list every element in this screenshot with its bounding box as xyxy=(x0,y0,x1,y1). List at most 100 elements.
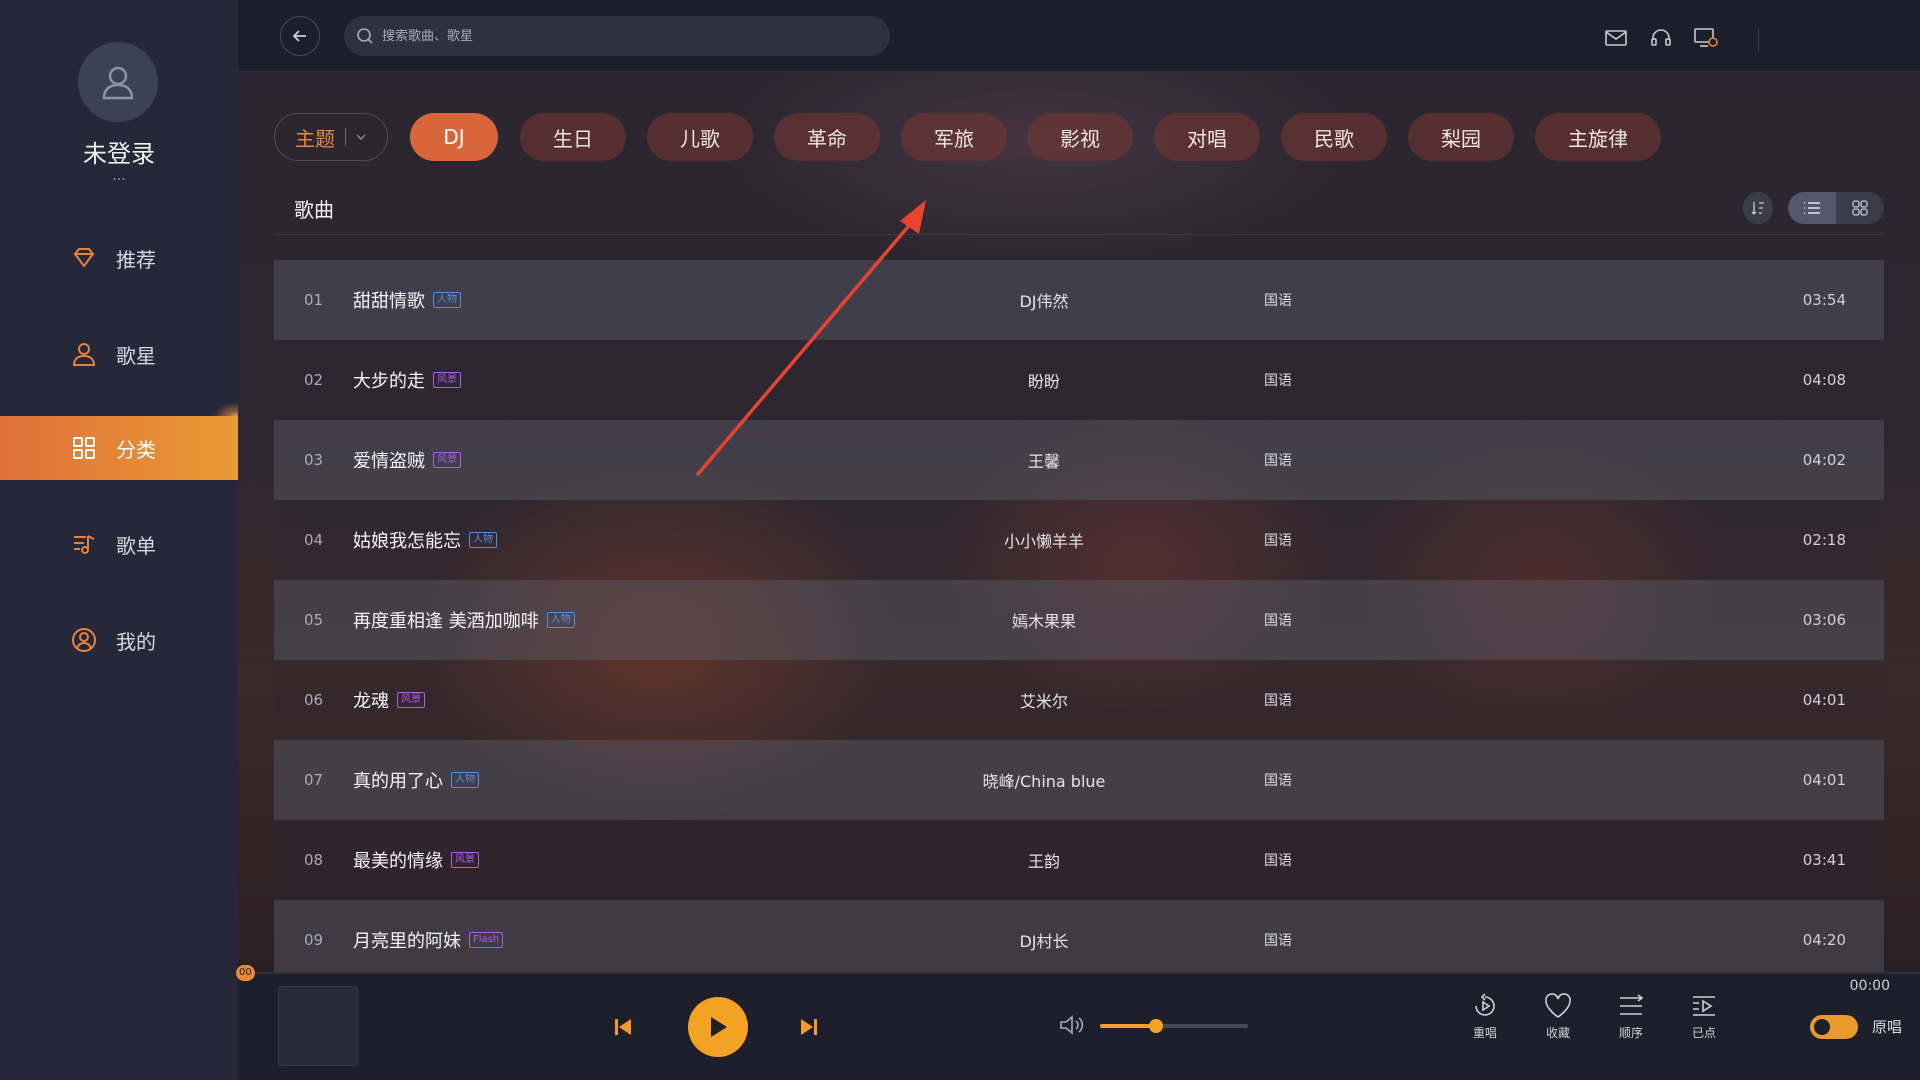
song-row[interactable]: 07 真的用了心 人物 晓峰/China blue 国语 04:01 xyxy=(274,740,1884,820)
song-row[interactable]: 08 最美的情缘 风景 王韵 国语 03:41 xyxy=(274,820,1884,900)
tab-duet[interactable]: 对唱 xyxy=(1154,113,1260,161)
grid-view-icon xyxy=(1852,200,1868,216)
song-row[interactable]: 09 月亮里的阿妹 Flash DJ村长 国语 04:20 xyxy=(274,900,1884,972)
sidebar-item-category[interactable]: 分类 xyxy=(0,416,238,480)
song-title[interactable]: 再度重相逢 美酒加咖啡 xyxy=(353,607,539,633)
tab-children-songs[interactable]: 儿歌 xyxy=(647,113,753,161)
song-artist[interactable]: DJ伟然 xyxy=(974,288,1114,312)
sidebar: 未登录 ... 推荐 歌星 分类 歌单 我的 xyxy=(0,0,262,1080)
progress-bar[interactable]: 00 xyxy=(236,965,1920,981)
theme-dropdown[interactable]: 主题 xyxy=(274,113,388,161)
song-title-wrap: 真的用了心 人物 xyxy=(353,767,479,793)
list-view-button[interactable] xyxy=(1788,192,1836,224)
sort-button[interactable] xyxy=(1743,192,1773,224)
song-row[interactable]: 01 甜甜情歌 人物 DJ伟然 国语 03:54 xyxy=(274,260,1884,340)
tab-opera[interactable]: 梨园 xyxy=(1408,113,1514,161)
sidebar-item-playlist[interactable]: 歌单 xyxy=(0,512,238,576)
back-button[interactable] xyxy=(280,16,320,56)
song-number: 04 xyxy=(304,531,324,549)
tab-revolution[interactable]: 革命 xyxy=(774,113,880,161)
playback-time: 00:00 xyxy=(1849,978,1890,994)
volume-slider[interactable] xyxy=(1100,1019,1248,1033)
song-duration: 04:01 xyxy=(1802,691,1846,709)
song-title[interactable]: 姑娘我怎能忘 xyxy=(353,527,461,553)
playlist-icon xyxy=(74,535,95,554)
song-title[interactable]: 月亮里的阿妹 xyxy=(353,927,461,953)
tab-folk[interactable]: 民歌 xyxy=(1281,113,1387,161)
avatar[interactable] xyxy=(78,42,158,122)
sidebar-item-mine[interactable]: 我的 xyxy=(0,608,238,672)
progress-knob[interactable]: 00 xyxy=(236,965,255,981)
mail-button[interactable] xyxy=(1604,26,1628,50)
sidebar-item-recommend[interactable]: 推荐 xyxy=(0,226,238,290)
queued-button[interactable]: 已点 xyxy=(1679,992,1729,1041)
song-tag: 人物 xyxy=(469,532,497,548)
order-icon xyxy=(1620,994,1644,1015)
mail-icon xyxy=(1605,30,1627,46)
sidebar-item-singers[interactable]: 歌星 xyxy=(0,322,238,386)
song-title-wrap: 再度重相逢 美酒加咖啡 人物 xyxy=(353,607,575,633)
song-artist[interactable]: 小小懒羊羊 xyxy=(974,528,1114,552)
song-artist[interactable]: 艾米尔 xyxy=(974,688,1114,712)
tab-main-melody[interactable]: 主旋律 xyxy=(1535,113,1661,161)
tab-dj[interactable]: DJ xyxy=(410,113,498,161)
username[interactable]: 未登录 xyxy=(0,134,238,169)
song-tag: Flash xyxy=(469,932,504,948)
album-cover[interactable] xyxy=(278,986,358,1066)
user-more[interactable]: ... xyxy=(0,168,238,184)
original-vocal-toggle[interactable] xyxy=(1810,1015,1858,1039)
song-title[interactable]: 龙魂 xyxy=(353,687,389,713)
song-artist[interactable]: 盼盼 xyxy=(974,368,1114,392)
song-row[interactable]: 02 大步的走 风景 盼盼 国语 04:08 xyxy=(274,340,1884,420)
search-box[interactable] xyxy=(344,16,890,56)
song-artist[interactable]: 晓峰/China blue xyxy=(974,768,1114,792)
tab-film-tv[interactable]: 影视 xyxy=(1027,113,1133,161)
song-title-wrap: 龙魂 风景 xyxy=(353,687,425,713)
song-title[interactable]: 最美的情缘 xyxy=(353,847,443,873)
song-artist[interactable]: 王韵 xyxy=(974,848,1114,872)
volume-button[interactable] xyxy=(1056,1010,1086,1040)
song-language: 国语 xyxy=(1264,293,1292,309)
tab-military[interactable]: 军旅 xyxy=(901,113,1007,161)
song-row[interactable]: 04 姑娘我怎能忘 人物 小小懒羊羊 国语 02:18 xyxy=(274,500,1884,580)
song-title[interactable]: 大步的走 xyxy=(353,367,425,393)
next-button[interactable] xyxy=(794,1012,824,1042)
order-button[interactable]: 顺序 xyxy=(1606,992,1656,1041)
favorite-button[interactable]: 收藏 xyxy=(1533,992,1583,1041)
replay-button[interactable]: 重唱 xyxy=(1460,992,1510,1041)
tab-birthday[interactable]: 生日 xyxy=(520,113,626,161)
song-row[interactable]: 05 再度重相逢 美酒加咖啡 人物 嫣木果果 国语 03:06 xyxy=(274,580,1884,660)
queued-label: 已点 xyxy=(1691,1026,1716,1040)
next-icon xyxy=(801,1019,817,1035)
sort-icon xyxy=(1751,202,1764,215)
song-tag: 风景 xyxy=(433,372,461,388)
service-button[interactable] xyxy=(1649,26,1673,50)
user-avatar-icon xyxy=(102,66,134,100)
song-title-wrap: 大步的走 风景 xyxy=(353,367,461,393)
song-title[interactable]: 爱情盗贼 xyxy=(353,447,425,473)
song-number: 07 xyxy=(304,771,324,789)
search-icon xyxy=(357,28,373,44)
play-button[interactable] xyxy=(688,997,748,1057)
volume-knob[interactable] xyxy=(1149,1019,1164,1033)
song-language: 国语 xyxy=(1264,613,1292,629)
song-artist[interactable]: 嫣木果果 xyxy=(974,608,1114,632)
song-title[interactable]: 甜甜情歌 xyxy=(353,287,425,313)
previous-button[interactable] xyxy=(608,1012,638,1042)
theme-divider xyxy=(345,128,346,146)
song-duration: 04:08 xyxy=(1802,371,1846,389)
heart-icon xyxy=(1545,993,1571,1018)
screen-button[interactable] xyxy=(1694,26,1718,50)
song-title[interactable]: 真的用了心 xyxy=(353,767,443,793)
song-artist[interactable]: 王馨 xyxy=(974,448,1114,472)
song-artist[interactable]: DJ村长 xyxy=(974,928,1114,952)
replay-icon xyxy=(1475,993,1495,1016)
search-input[interactable] xyxy=(382,28,862,44)
song-tag: 风景 xyxy=(451,852,479,868)
song-row[interactable]: 03 爱情盗贼 风景 王馨 国语 04:02 xyxy=(274,420,1884,500)
grid-view-button[interactable] xyxy=(1836,192,1884,224)
song-title-wrap: 月亮里的阿妹 Flash xyxy=(353,927,504,953)
song-tag: 风景 xyxy=(397,692,425,708)
diamond-icon xyxy=(73,248,95,268)
song-row[interactable]: 06 龙魂 风景 艾米尔 国语 04:01 xyxy=(274,660,1884,740)
